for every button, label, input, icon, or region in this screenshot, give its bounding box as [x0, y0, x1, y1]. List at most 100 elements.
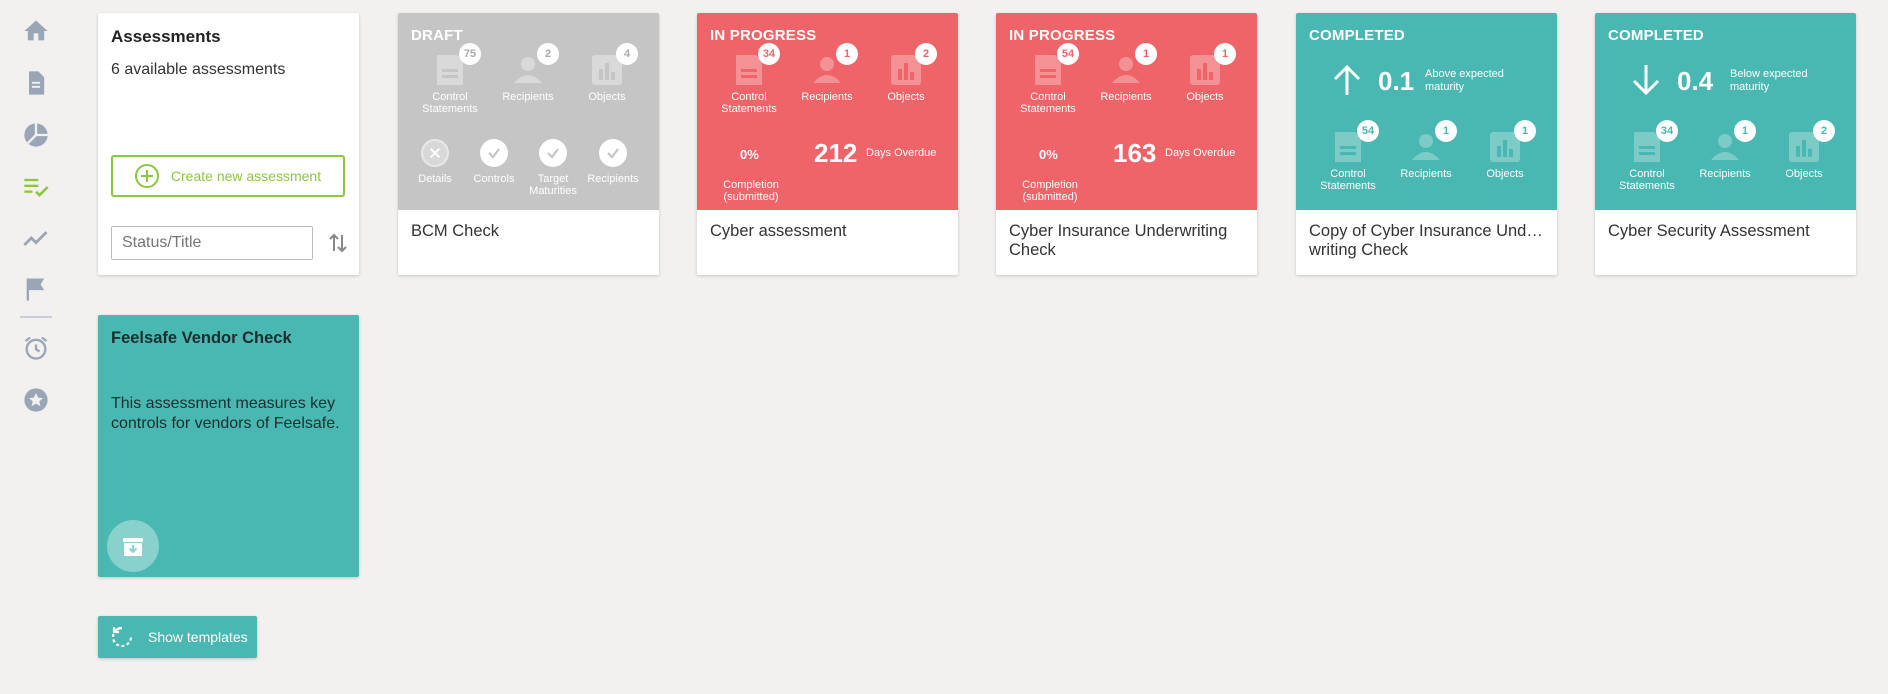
sort-button[interactable]: [324, 229, 352, 257]
flag-icon: [26, 278, 45, 301]
stat-control-statements: 54 Control Statements: [1003, 43, 1093, 115]
stat-label: Control Statements: [1619, 168, 1675, 192]
star-icon: [24, 388, 48, 412]
stat-objects: 2 Objects: [1759, 120, 1849, 180]
overdue-label: Days Overdue: [1165, 147, 1236, 159]
nav-documents[interactable]: [20, 67, 52, 99]
count-badge: 54: [1057, 43, 1079, 65]
close-icon: [421, 139, 449, 167]
completion-percent: 0%: [1039, 147, 1058, 162]
assessment-card-copy-cyber-insurance[interactable]: COMPLETED 0.1 Above expected maturity 54…: [1296, 13, 1557, 275]
stat-recipients: 1 Recipients: [1680, 120, 1770, 180]
stat-label: Recipients: [801, 91, 853, 103]
count-badge: 34: [758, 43, 780, 65]
assessment-card-cyber-insurance[interactable]: IN PROGRESS 54 Control Statements 1 Reci…: [996, 13, 1257, 275]
status-label: DRAFT: [411, 27, 463, 44]
count-badge: 2: [537, 43, 559, 65]
status-label: COMPLETED: [1608, 27, 1704, 44]
stat-label: Objects: [588, 91, 626, 103]
maturity-delta: 0.1: [1378, 66, 1415, 96]
maturity-label: Above expected maturity: [1425, 68, 1504, 93]
stat-control-statements: 34 Control Statements: [1602, 120, 1692, 192]
status-title-filter-input[interactable]: [111, 226, 313, 260]
stat-label: Control Statements: [1320, 168, 1376, 192]
stat-recipients: 1 Recipients: [1381, 120, 1471, 180]
nav-flags[interactable]: [20, 273, 52, 305]
nav-reports[interactable]: [20, 119, 52, 151]
pie-chart-icon: [24, 123, 48, 147]
count-badge: 75: [459, 43, 481, 65]
stat-control-statements: 54 Control Statements: [1303, 120, 1393, 192]
stat-label: Recipients: [502, 91, 554, 103]
card-summary: DRAFT 75 Control Statements 2 Recipients…: [398, 13, 659, 210]
nav-reminders[interactable]: [20, 332, 52, 364]
nav-favorites[interactable]: [20, 384, 52, 416]
count-badge: 1: [1514, 120, 1536, 142]
assessments-overview-card: Assessments 6 available assessments Crea…: [98, 13, 359, 275]
nav-home[interactable]: [20, 15, 52, 47]
check-icon: [599, 139, 627, 167]
check-icon: [539, 139, 567, 167]
assessment-card-cyber-assessment[interactable]: IN PROGRESS 34 Control Statements 1 Reci…: [697, 13, 958, 275]
template-title: Feelsafe Vendor Check: [111, 329, 292, 347]
nav-assessments[interactable]: [20, 171, 52, 203]
nav-trends[interactable]: [20, 222, 52, 254]
use-template-button[interactable]: [107, 520, 159, 572]
home-icon: [24, 20, 48, 41]
card-summary: COMPLETED 0.4 Below expected maturity 34…: [1595, 13, 1856, 210]
count-badge: 1: [1214, 43, 1236, 65]
card-title: Cyber assessment: [710, 222, 847, 240]
arrow-down-icon: [1632, 65, 1660, 96]
stat-control-statements: 75 Control Statements: [405, 43, 495, 115]
stat-label: Objects: [1785, 168, 1823, 180]
template-description: This assessment measures key controls fo…: [111, 395, 340, 432]
assessment-card-cyber-security[interactable]: COMPLETED 0.4 Below expected maturity 34…: [1595, 13, 1856, 275]
stat-recipients: 1 Recipients: [782, 43, 872, 103]
archive-download-icon: [123, 538, 143, 556]
stat-label: Objects: [1486, 168, 1524, 180]
stat-recipients: 2 Recipients: [483, 43, 573, 103]
maturity-label: Below expected maturity: [1730, 68, 1808, 93]
count-badge: 1: [1135, 43, 1157, 65]
card-summary: IN PROGRESS 34 Control Statements 1 Reci…: [697, 13, 958, 210]
step-label: Recipients: [587, 173, 639, 185]
create-assessment-button[interactable]: Create new assessment: [111, 155, 345, 197]
overdue-days: 163: [1113, 138, 1157, 168]
card-summary: IN PROGRESS 54 Control Statements 1 Reci…: [996, 13, 1257, 210]
show-templates-button[interactable]: Show templates: [98, 616, 257, 658]
step-label: Controls: [473, 173, 515, 185]
count-badge: 34: [1656, 120, 1678, 142]
overdue-label: Days Overdue: [866, 147, 937, 159]
count-badge: 1: [1435, 120, 1457, 142]
count-badge: 54: [1357, 120, 1379, 142]
stat-objects: 2 Objects: [861, 43, 951, 103]
stat-label: Control Statements: [721, 91, 777, 115]
stat-objects: 1 Objects: [1160, 43, 1250, 103]
template-card-feelsafe-vendor-check[interactable]: Feelsafe Vendor Check This assessment me…: [98, 315, 359, 577]
stat-label: Control Statements: [1020, 91, 1076, 115]
assessment-card-bcm-check[interactable]: DRAFT 75 Control Statements 2 Recipients…: [398, 13, 659, 275]
check-icon: [480, 139, 508, 167]
count-badge: 2: [1813, 120, 1835, 142]
completion-label: Completion (submitted): [1022, 179, 1078, 203]
stat-label: Recipients: [1400, 168, 1452, 180]
stat-label: Objects: [1186, 91, 1224, 103]
card-title: BCM Check: [411, 222, 500, 240]
overview-title: Assessments: [111, 27, 221, 46]
maturity-delta: 0.4: [1677, 66, 1714, 96]
checklist-icon: [24, 178, 49, 197]
arrow-up-icon: [1333, 64, 1361, 95]
plus-circle-icon: [134, 164, 159, 188]
count-badge: 2: [915, 43, 937, 65]
document-icon: [29, 71, 45, 95]
step-controls: Controls: [462, 139, 526, 185]
count-badge: 1: [1734, 120, 1756, 142]
stat-control-statements: 34 Control Statements: [704, 43, 794, 115]
stat-objects: 1 Objects: [1460, 120, 1550, 180]
completion-percent: 0%: [740, 147, 759, 162]
step-label: Details: [418, 173, 452, 185]
card-title: Copy of Cyber Insurance Und… writing Che…: [1309, 222, 1543, 259]
status-label: IN PROGRESS: [1009, 27, 1116, 44]
card-title: Cyber Insurance Underwriting Check: [1009, 222, 1228, 259]
stat-label: Recipients: [1699, 168, 1751, 180]
